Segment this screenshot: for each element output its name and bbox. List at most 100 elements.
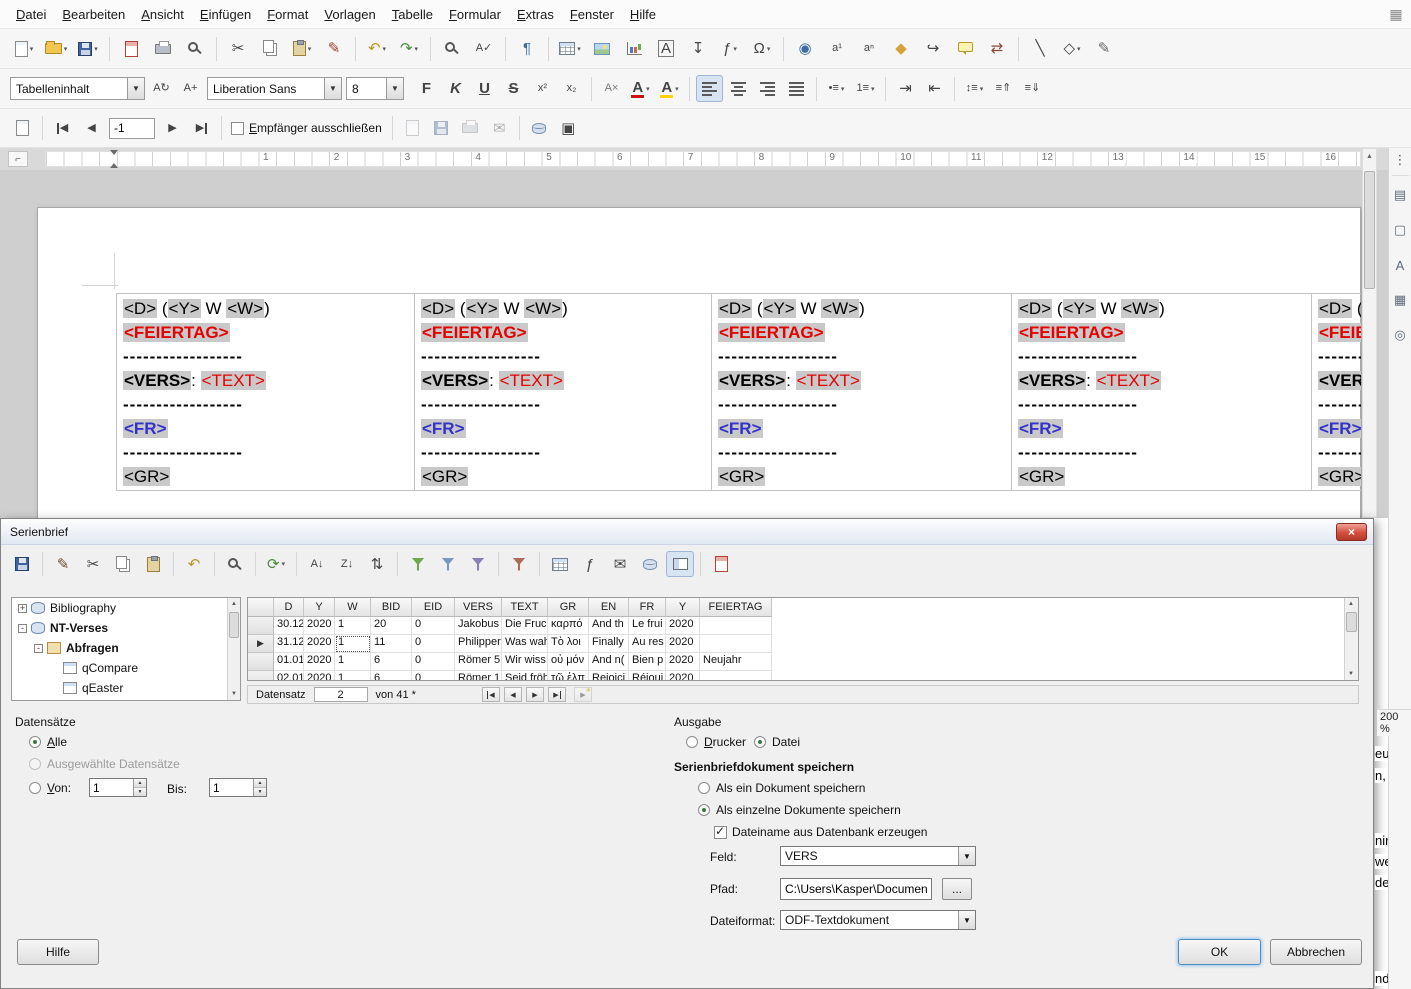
grid-cell[interactable]: 2020 (666, 653, 700, 671)
grid-row-header[interactable] (248, 671, 274, 681)
document-table-cell[interactable]: <D> (<Y> W <W>)<FEIERTAG>---------------… (414, 294, 711, 490)
merge-field-w[interactable]: <W> (821, 299, 859, 318)
refresh-dropdown-arrow[interactable]: ▾ (282, 560, 286, 568)
grid-cell[interactable]: Was wah (502, 635, 548, 653)
track-changes-icon[interactable]: ⇄ (982, 35, 1012, 62)
grid-cell[interactable]: 2020 (304, 653, 335, 671)
standard-filter-icon[interactable] (464, 551, 492, 577)
data-source-of-current-document-icon[interactable] (636, 551, 664, 577)
insert-special-character-icon[interactable]: Ω▾ (747, 35, 777, 62)
update-style-icon[interactable]: A↻ (148, 75, 175, 102)
merge-field-y[interactable]: <Y> (1063, 299, 1096, 318)
line-spacing-icon[interactable]: ↕≡▾ (961, 75, 988, 102)
radio-single-document[interactable]: Als ein Dokument speichern (698, 781, 865, 795)
align-center-icon[interactable] (725, 75, 752, 102)
font-color-icon[interactable]: A▾ (627, 75, 654, 102)
merge-field-y[interactable]: <Y> (466, 299, 499, 318)
sidebar-navigator-icon[interactable]: ◎ (1390, 322, 1411, 348)
merged-document-icon[interactable] (707, 551, 735, 577)
document-table-cell[interactable]: <D> (<Y> W <W>)<FEIERTAG>---------------… (1011, 294, 1311, 490)
grid-column-header-en-8[interactable]: EN (589, 598, 629, 617)
merge-field-vers[interactable]: <VERS> (421, 371, 489, 390)
tree-item-qeaster[interactable]: qEaster (12, 678, 240, 698)
scrollbar-thumb[interactable] (229, 612, 239, 638)
clone-formatting-icon[interactable]: ✎ (319, 35, 349, 62)
sidebar-properties-icon[interactable]: ▤ (1390, 182, 1411, 208)
line-spacing-dropdown-arrow[interactable]: ▾ (980, 85, 984, 93)
strikethrough-icon[interactable]: S (500, 75, 527, 102)
spin-down-icon[interactable]: ▼ (254, 788, 266, 796)
redo-dropdown-arrow[interactable]: ▾ (415, 45, 419, 53)
insert-comment-icon[interactable] (950, 35, 980, 62)
save-icon[interactable]: ▾ (73, 35, 103, 62)
ordered-list-icon[interactable]: 1≡▾ (852, 75, 879, 102)
italic-icon[interactable]: K (442, 75, 469, 102)
subscript-icon[interactable]: x₂ (558, 75, 585, 102)
new-document-icon[interactable]: ▾ (9, 35, 39, 62)
insert-endnote-icon[interactable]: aⁿ (854, 35, 884, 62)
menu-einf-gen[interactable]: Einfügen (192, 3, 259, 26)
highlight-color-icon[interactable]: A▾ (656, 75, 683, 102)
spin-up-icon[interactable]: ▲ (134, 779, 146, 788)
grid-cell[interactable] (700, 635, 772, 653)
ok-button[interactable]: OK (1178, 939, 1261, 965)
merge-field-y[interactable]: <Y> (763, 299, 796, 318)
reset-filter-icon[interactable] (505, 551, 533, 577)
save-dropdown-arrow[interactable]: ▾ (94, 45, 98, 53)
increase-paragraph-spacing-icon[interactable]: ≡⇑ (990, 75, 1017, 102)
mail-merge-wizard-icon[interactable] (9, 115, 36, 142)
grid-row-header[interactable] (248, 617, 274, 635)
grid-column-header-fr-9[interactable]: FR (629, 598, 666, 617)
grid-cell[interactable]: Rejoici (589, 671, 629, 681)
cut-icon[interactable]: ✂ (223, 35, 253, 62)
merge-field-text[interactable]: <TEXT> (1096, 371, 1161, 390)
merge-field-gr[interactable]: <GR> (1318, 467, 1361, 486)
merge-field-w[interactable]: <W> (226, 299, 264, 318)
grid-column-header-y-1[interactable]: Y (304, 598, 335, 617)
radio-printer[interactable]: Drucker (686, 735, 746, 749)
tree-expander-icon[interactable]: - (18, 624, 27, 633)
underline-icon[interactable]: U (471, 75, 498, 102)
grid-cell[interactable]: 1 (335, 653, 371, 671)
grid-cell[interactable]: Τὸ λοι (548, 635, 589, 653)
insert-table-dropdown-arrow[interactable]: ▾ (577, 45, 581, 53)
next-record-icon[interactable]: ▶ (159, 115, 186, 142)
insert-field-icon[interactable]: ƒ▾ (715, 35, 745, 62)
grid-cell[interactable]: καρπό (548, 617, 589, 635)
edit-data-icon[interactable]: ✎ (49, 551, 77, 577)
grid-cell[interactable]: Römer 1: (455, 671, 502, 681)
grid-cell[interactable]: 02.01 (274, 671, 304, 681)
insert-page-break-icon[interactable]: ↧ (683, 35, 713, 62)
grid-cell[interactable]: Neujahr (700, 653, 772, 671)
grid-cell[interactable]: Le frui (629, 617, 666, 635)
document-table-cell[interactable]: <D> (<Y> W <W>)<FEIERTAG>---------------… (711, 294, 1011, 490)
paragraph-style-combobox[interactable]: Tabelleninhalt ▼ (10, 77, 145, 100)
unordered-list-dropdown-arrow[interactable]: ▾ (841, 85, 845, 93)
sort-ascending-icon[interactable]: A↓ (303, 551, 331, 577)
paste-icon[interactable] (139, 551, 167, 577)
new-document-dropdown-arrow[interactable]: ▾ (30, 45, 34, 53)
sort-icon[interactable]: ⇅ (363, 551, 391, 577)
record-number-input[interactable] (109, 118, 155, 139)
zoom-level[interactable]: 200 % (1377, 709, 1411, 736)
radio-individual-documents[interactable]: Als einzelne Dokumente speichern (698, 803, 901, 817)
tree-expander-icon[interactable]: - (34, 644, 43, 653)
merge-field-fr[interactable]: <FR> (1318, 419, 1361, 438)
help-button[interactable]: Hilfe (17, 939, 99, 965)
paragraph-style-dropdown-arrow[interactable]: ▼ (127, 78, 144, 99)
insert-cross-reference-icon[interactable]: ↪ (918, 35, 948, 62)
mail-merge-icon[interactable]: ✉ (606, 551, 634, 577)
cancel-button[interactable]: Abbrechen (1270, 939, 1362, 965)
last-record-button[interactable]: ▶ (548, 687, 566, 702)
grid-column-header-vers-5[interactable]: VERS (455, 598, 502, 617)
grid-cell[interactable]: 0 (412, 635, 455, 653)
tree-item-abfragen[interactable]: -Abfragen (12, 638, 240, 658)
radio-file[interactable]: Datei (754, 735, 800, 749)
sidebar-styles-icon[interactable]: A (1390, 252, 1411, 278)
grid-column-header-w-2[interactable]: W (335, 598, 371, 617)
redo-icon[interactable]: ↷▾ (394, 35, 424, 62)
merge-field-d[interactable]: <D> (1318, 299, 1352, 318)
font-name-combobox[interactable]: Liberation Sans ▼ (207, 77, 342, 100)
grid-cell[interactable]: Finally (589, 635, 629, 653)
insert-footnote-icon[interactable]: a¹ (822, 35, 852, 62)
